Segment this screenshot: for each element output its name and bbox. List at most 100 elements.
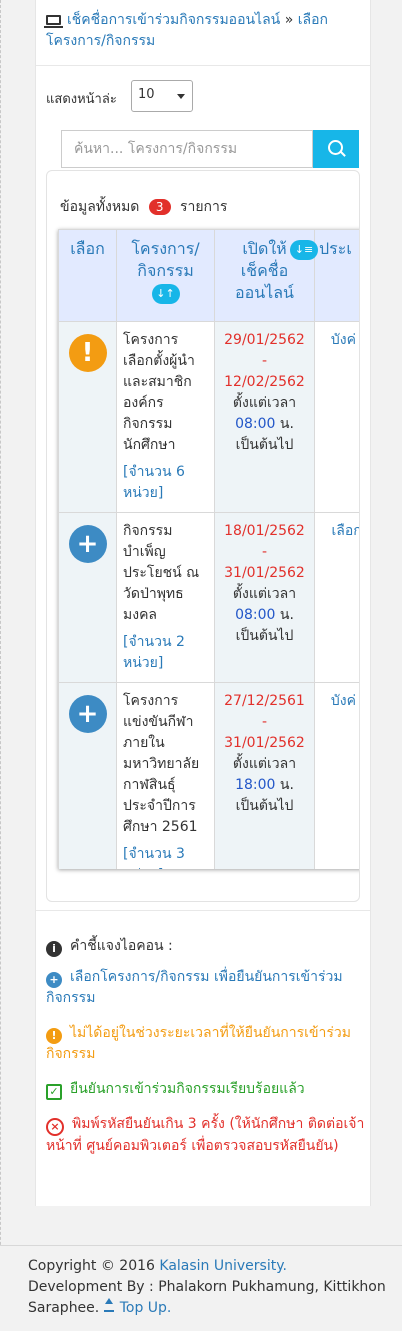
status-cell: บังค่ เลือ xyxy=(314,321,359,513)
table-row: + กิจกรรมบำเพ็ญประโยชน์ ณ วัดป่าพุทธมงคล… xyxy=(58,512,360,683)
project-units: [จำนวน 2 หน่วย] xyxy=(123,634,185,671)
breadcrumb: เช็คชื่อการเข้าร่วมกิจกรรมออนไลน์ » เลือ… xyxy=(44,10,364,52)
column-header-status-label: ประเ xyxy=(319,239,352,258)
legend-item-text: พิมพ์รหัสยืนยันเกิน 3 ครั้ง (ให้นักศึกษา… xyxy=(46,1116,365,1154)
checkin-period-cell: 27/12/2561 - 31/01/2562 ตั้งแต่เวลา 18:0… xyxy=(214,682,315,869)
legend-item-text: ยืนยันการเข้าร่วมกิจกรรมเรียบร้อยแล้ว xyxy=(70,1081,305,1097)
divider xyxy=(36,910,370,911)
time-label: ตั้งแต่เวลา xyxy=(232,395,297,411)
legend-item-exceeded: × พิมพ์รหัสยืนยันเกิน 3 ครั้ง (ให้นักศึกษ… xyxy=(46,1114,366,1157)
copyright-text: Copyright © 2016 xyxy=(28,1258,155,1274)
exclamation-icon: ! xyxy=(46,1028,62,1044)
info-icon: i xyxy=(46,941,62,957)
time-value: 08:00 xyxy=(235,607,276,623)
status-text: เลือก ร่ว xyxy=(331,523,360,539)
legend-item-text: ไม่ได้อยู่ในช่วงระยะเวลาที่ให้ยืนยันการเ… xyxy=(46,1025,351,1062)
main-panel: เช็คชื่อการเข้าร่วมกิจกรรมออนไลน์ » เลือ… xyxy=(35,0,371,1206)
divider xyxy=(36,65,370,66)
legend-title-row: i คำชี้แจงไอคอน : xyxy=(46,936,366,957)
project-name-cell: โครงการแข่งขันกีฬาภายในมหาวิทยาลัยกาฬสิน… xyxy=(116,682,215,869)
caret-down-icon xyxy=(177,94,185,99)
status-text: บังค่ เลือ xyxy=(330,693,359,709)
checkin-period-cell: 18/01/2562 - 31/01/2562 ตั้งแต่เวลา 08:0… xyxy=(214,512,315,683)
projects-table: เลือก โครงการ/กิจกรรม ↓↑ เปิดให้เช็คชื่อ… xyxy=(58,229,360,869)
search-icon xyxy=(328,140,343,155)
project-name: โครงการแข่งขันกีฬาภายในมหาวิทยาลัยกาฬสิน… xyxy=(123,693,200,835)
row-icon-cell: + xyxy=(58,682,117,869)
legend-item-text: เลือกโครงการ/กิจกรรม เพื่อยืนยันการเข้าร… xyxy=(46,969,343,1006)
table-scroll-container[interactable]: เลือก โครงการ/กิจกรรม ↓↑ เปิดให้เช็คชื่อ… xyxy=(58,229,360,869)
project-units: [จำนวน 6 หน่วย] xyxy=(123,464,185,501)
column-header-status: ประเ xyxy=(314,229,359,322)
project-name-cell: โครงการเลือกตั้งผู้นำและสมาชิกองค์กรกิจก… xyxy=(116,321,215,513)
time-suffix: เป็นต้นไป xyxy=(235,798,294,814)
time-label: ตั้งแต่เวลา xyxy=(232,586,297,602)
date-from: 27/12/2561 xyxy=(224,693,305,709)
date-from: 18/01/2562 xyxy=(224,523,305,539)
per-page-select[interactable]: 10 xyxy=(131,80,193,112)
legend-title: คำชี้แจงไอคอน : xyxy=(70,938,173,954)
checkin-period-cell: 29/01/2562 - 12/02/2562 ตั้งแต่เวลา 08:0… xyxy=(214,321,315,513)
top-up-label: Top Up. xyxy=(119,1300,172,1316)
upload-icon xyxy=(103,1298,114,1312)
footer-text: Copyright © 2016 Kalasin University. Dev… xyxy=(28,1256,388,1319)
legend-item-confirmed: ✓ ยืนยันการเข้าร่วมกิจกรรมเรียบร้อยแล้ว xyxy=(46,1079,366,1100)
search-input[interactable]: ค้นหา... โครงการ/กิจกรรม xyxy=(61,130,313,168)
top-up-link[interactable]: Top Up. xyxy=(103,1298,172,1316)
icon-legend: i คำชี้แจงไอคอน : + เลือกโครงการ/กิจกรรม เ… xyxy=(46,936,366,1171)
row-icon-cell: + xyxy=(58,512,117,683)
status-cell: บังค่ เลือ xyxy=(314,682,359,869)
date-to: 31/01/2562 xyxy=(224,565,305,581)
per-page-value: 10 xyxy=(138,87,155,102)
table-header-row: เลือก โครงการ/กิจกรรม ↓↑ เปิดให้เช็คชื่อ… xyxy=(58,229,359,322)
page-left-border xyxy=(0,0,1,1330)
laptop-icon xyxy=(44,15,63,28)
legend-item-not-in-period: ! ไม่ได้อยู่ในช่วงระยะเวลาที่ให้ยืนยันการ… xyxy=(46,1023,366,1065)
per-page-label: แสดงหน้าล่ะ xyxy=(46,92,117,107)
date-dash: - xyxy=(261,544,268,560)
breadcrumb-checkin-link[interactable]: เช็คชื่อการเข้าร่วมกิจกรรมออนไลน์ xyxy=(67,12,280,28)
column-header-project-label: โครงการ/กิจกรรม xyxy=(131,239,200,280)
results-count: ข้อมูลทั้งหมด 3 รายการ xyxy=(60,196,227,218)
university-link[interactable]: Kalasin University. xyxy=(159,1258,287,1274)
sort-descending-icon[interactable]: ↓≡ xyxy=(290,240,318,260)
sort-icon[interactable]: ↓↑ xyxy=(151,283,180,304)
time-unit: น. xyxy=(279,607,294,623)
time-unit: น. xyxy=(279,416,294,432)
plus-icon: + xyxy=(46,972,62,988)
row-icon-cell: ! xyxy=(58,321,117,513)
time-value: 18:00 xyxy=(235,777,276,793)
results-count-prefix: ข้อมูลทั้งหมด xyxy=(60,199,140,215)
status-text: บังค่ เลือ xyxy=(330,332,359,348)
column-header-project[interactable]: โครงการ/กิจกรรม ↓↑ xyxy=(116,229,215,322)
legend-item-select: + เลือกโครงการ/กิจกรรม เพื่อยืนยันการเข้า… xyxy=(46,967,366,1009)
time-label: ตั้งแต่เวลา xyxy=(232,756,297,772)
times-circle-icon: × xyxy=(46,1118,64,1136)
time-value: 08:00 xyxy=(235,416,276,432)
column-header-select: เลือก xyxy=(58,229,117,322)
column-header-select-label: เลือก xyxy=(70,239,105,258)
date-dash: - xyxy=(261,714,268,730)
plus-icon[interactable]: + xyxy=(68,695,107,733)
results-count-badge: 3 xyxy=(148,199,171,215)
status-cell: เลือก ร่ว xyxy=(314,512,360,683)
results-count-suffix: รายการ xyxy=(179,199,228,215)
time-unit: น. xyxy=(279,777,294,793)
date-dash: - xyxy=(261,353,268,369)
breadcrumb-separator: » xyxy=(284,12,294,28)
column-header-checkin[interactable]: เปิดให้เช็คชื่อออนไลน์ ↓≡ xyxy=(214,229,318,322)
date-to: 31/01/2562 xyxy=(224,735,305,751)
project-name-cell: กิจกรรมบำเพ็ญประโยชน์ ณ วัดป่าพุทธมงคล [… xyxy=(116,512,215,683)
project-name: กิจกรรมบำเพ็ญประโยชน์ ณ วัดป่าพุทธมงคล xyxy=(123,523,200,623)
check-icon: ✓ xyxy=(46,1084,62,1100)
plus-icon[interactable]: + xyxy=(68,525,107,563)
time-suffix: เป็นต้นไป xyxy=(235,628,294,644)
column-header-checkin-label: เปิดให้เช็คชื่อออนไลน์ xyxy=(235,239,294,302)
date-to: 12/02/2562 xyxy=(224,374,305,390)
date-from: 29/01/2562 xyxy=(224,332,305,348)
results-card: ข้อมูลทั้งหมด 3 รายการ เลือก โครงการ/กิจ… xyxy=(46,170,360,902)
table-row: ! โครงการเลือกตั้งผู้นำและสมาชิกองค์กรกิ… xyxy=(58,321,359,513)
exclamation-icon[interactable]: ! xyxy=(68,334,107,372)
search-button[interactable] xyxy=(313,130,359,168)
project-name: โครงการเลือกตั้งผู้นำและสมาชิกองค์กรกิจก… xyxy=(123,332,195,453)
